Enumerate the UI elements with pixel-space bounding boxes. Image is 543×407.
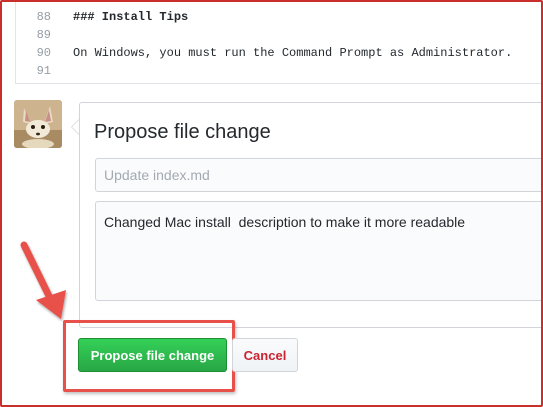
- avatar[interactable]: [14, 100, 62, 148]
- commit-summary-input[interactable]: [95, 158, 543, 192]
- commit-form-title: Propose file change: [94, 121, 271, 143]
- code-line: 89: [16, 28, 543, 47]
- propose-file-change-button[interactable]: Propose file change: [78, 338, 227, 372]
- commit-description-textarea[interactable]: [95, 201, 543, 301]
- code-text: ### Install Tips: [73, 10, 189, 24]
- line-number: 88: [36, 10, 51, 24]
- fox-avatar-icon: [14, 100, 62, 148]
- code-line: 87: [16, 0, 543, 8]
- cancel-button[interactable]: Cancel: [232, 338, 298, 372]
- line-number: 91: [36, 64, 51, 78]
- line-number: 90: [36, 46, 51, 60]
- code-line: 88 ### Install Tips: [16, 10, 543, 29]
- code-editor[interactable]: 87 88 ### Install Tips 89 90 On Windows,…: [15, 0, 543, 84]
- line-number: 87: [16, 0, 51, 3]
- code-text: On Windows, you must run the Command Pro…: [73, 46, 513, 60]
- code-line: 90 On Windows, you must run the Command …: [16, 46, 543, 65]
- commit-panel-pointer: [71, 119, 79, 135]
- line-number: 89: [36, 28, 51, 42]
- code-line: 91: [16, 64, 543, 83]
